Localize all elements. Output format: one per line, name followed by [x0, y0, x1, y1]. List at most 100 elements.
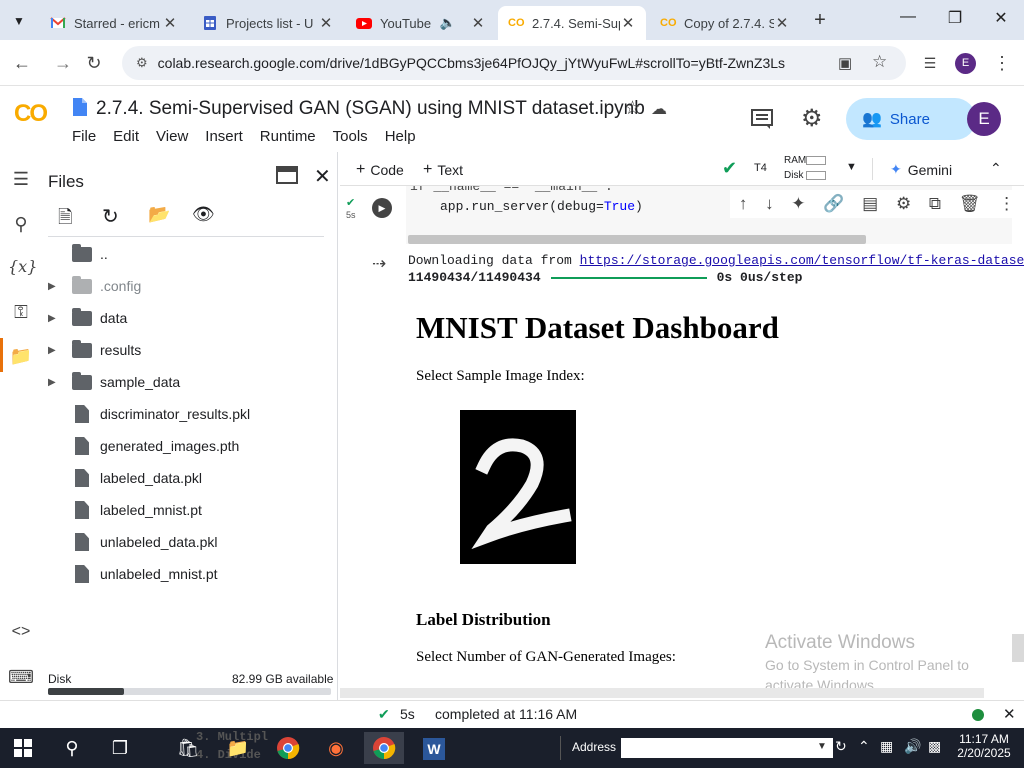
variables-icon[interactable]: {x} — [8, 254, 37, 280]
tab-gmail[interactable]: Starred - ericm ✕ — [40, 6, 188, 40]
new-tab-button[interactable]: + — [808, 8, 832, 32]
profile-avatar[interactable]: E — [955, 53, 976, 74]
close-status-icon[interactable]: ✕ — [1003, 705, 1016, 723]
tab-sheets[interactable]: Projects list - U ✕ — [192, 6, 344, 40]
back-icon[interactable]: ← — [9, 50, 35, 76]
link-icon[interactable]: 🔗 — [823, 194, 844, 214]
address-toolbar-input[interactable]: ▼ — [621, 738, 833, 758]
table-of-contents-icon[interactable]: ☰ — [8, 166, 34, 192]
close-icon[interactable]: ✕ — [774, 14, 790, 32]
expand-arrow-icon[interactable]: ▶ — [48, 281, 60, 292]
close-icon[interactable]: ✕ — [318, 14, 334, 32]
tab-colab-copy[interactable]: CO Copy of 2.7.4. S ✕ — [650, 6, 800, 40]
file-explorer-icon[interactable]: 📁 — [218, 732, 258, 764]
windows-start-icon[interactable] — [14, 739, 32, 757]
menu-edit[interactable]: Edit — [113, 128, 139, 145]
file-row[interactable]: labeled_mnist.pt — [40, 494, 330, 526]
mirror-cell-icon[interactable]: ⧉ — [929, 194, 941, 214]
reload-icon[interactable]: ↻ — [81, 50, 107, 76]
status-completed-text[interactable]: completed at 11:16 AM — [435, 706, 577, 722]
move-up-icon[interactable]: ↑ — [739, 194, 748, 214]
file-row[interactable]: unlabeled_mnist.pt — [40, 558, 330, 590]
search-icon[interactable]: ⚲ — [52, 732, 92, 764]
chrome-icon[interactable] — [268, 732, 308, 764]
runtime-dropdown-icon[interactable]: ▼ — [846, 161, 857, 173]
menu-tools[interactable]: Tools — [333, 128, 368, 145]
sparkle-icon[interactable]: ✦ — [791, 194, 805, 214]
minimize-button[interactable]: — — [896, 8, 920, 32]
tab-youtube[interactable]: YouTube 🔈 ✕ — [346, 6, 496, 40]
chevron-down-icon[interactable]: ▼ — [817, 741, 827, 752]
file-row-data[interactable]: ▶ data — [40, 302, 330, 334]
site-info-icon[interactable]: ⚙ — [136, 55, 148, 71]
word-icon[interactable]: W — [414, 732, 454, 764]
go-refresh-icon[interactable]: ↻ — [835, 738, 847, 755]
expand-arrow-icon[interactable]: ▶ — [48, 313, 60, 324]
chrome-active-icon[interactable] — [364, 732, 404, 764]
menu-help[interactable]: Help — [385, 128, 416, 145]
tab-colab-active[interactable]: CO 2.7.4. Semi-Sup ✕ — [498, 6, 646, 40]
add-code-button[interactable]: + Code — [356, 161, 404, 179]
folder-icon[interactable]: 📁 — [8, 343, 34, 369]
media-control-icon[interactable]: ☰ — [917, 50, 943, 76]
close-panel-icon[interactable]: ✕ — [314, 164, 331, 189]
star-icon[interactable]: ☆ — [624, 97, 641, 120]
tab-search-icon[interactable]: ▼ — [8, 10, 30, 32]
search-icon[interactable]: ⚲ — [8, 211, 34, 237]
delete-icon[interactable]: 🗑 — [959, 194, 981, 214]
menu-view[interactable]: View — [156, 128, 188, 145]
browser-menu-icon[interactable]: ⋮ — [989, 50, 1015, 76]
clock[interactable]: 11:17 AM 2/20/2025 — [952, 732, 1016, 760]
store-icon[interactable]: 🛍 — [168, 732, 208, 764]
file-row-results[interactable]: ▶ results — [40, 334, 330, 366]
address-bar[interactable]: ⚙ colab.research.google.com/drive/1dBGyP… — [122, 46, 906, 80]
chevron-up-icon[interactable]: ⌃ — [990, 160, 1002, 177]
upload-file-icon[interactable]: 🗎 — [58, 205, 72, 235]
volume-icon[interactable]: 🔊 — [904, 738, 921, 755]
file-row-parent[interactable]: .. — [40, 238, 330, 270]
output-toggle-icon[interactable]: ⇢ — [372, 254, 386, 274]
network-icon[interactable]: ▦ — [880, 738, 893, 755]
expand-arrow-icon[interactable]: ▶ — [48, 345, 60, 356]
open-in-tab-icon[interactable] — [276, 166, 298, 184]
output-link[interactable]: https://storage.googleapis.com/tensorflo… — [580, 253, 1024, 268]
show-hidden-eye-icon[interactable]: 👁 — [192, 204, 215, 225]
file-row[interactable]: discriminator_results.pkl — [40, 398, 330, 430]
close-window-button[interactable]: ✕ — [989, 8, 1013, 32]
file-row[interactable]: generated_images.pth — [40, 430, 330, 462]
show-hidden-icons[interactable]: ⌃ — [858, 738, 870, 755]
file-row[interactable]: unlabeled_data.pkl — [40, 526, 330, 558]
comment-icon[interactable] — [750, 108, 774, 130]
output-horizontal-scrollbar[interactable] — [340, 688, 984, 698]
vertical-scrollbar[interactable] — [1012, 634, 1024, 662]
colab-logo[interactable]: CO — [14, 100, 48, 128]
speaker-icon[interactable]: 🔈 — [440, 15, 456, 31]
file-row[interactable]: labeled_data.pkl — [40, 462, 330, 494]
comment-icon[interactable]: ▤ — [862, 194, 878, 214]
notebook-title[interactable]: 2.7.4. Semi-Supervised GAN (SGAN) using … — [96, 98, 645, 120]
add-text-button[interactable]: + Text — [423, 161, 463, 179]
menu-insert[interactable]: Insert — [205, 128, 243, 145]
close-icon[interactable]: ✕ — [162, 14, 178, 32]
key-icon[interactable]: ⚿ — [8, 299, 34, 325]
bookmark-star-icon[interactable]: ☆ — [872, 52, 887, 72]
menu-runtime[interactable]: Runtime — [260, 128, 316, 145]
account-avatar[interactable]: E — [967, 102, 1001, 136]
restore-button[interactable]: ❐ — [943, 8, 967, 32]
refresh-icon[interactable]: ↻ — [102, 204, 119, 229]
code-snippets-icon[interactable]: <> — [8, 619, 34, 645]
gemini-button[interactable]: ✦ Gemini — [890, 161, 952, 178]
run-cell-button[interactable]: ▶ — [372, 198, 392, 218]
menu-file[interactable]: File — [72, 128, 96, 145]
horizontal-scrollbar[interactable] — [408, 235, 866, 244]
close-icon[interactable]: ✕ — [620, 14, 636, 32]
mount-drive-icon[interactable]: 📂 — [148, 204, 170, 225]
runtime-type[interactable]: T4 — [754, 162, 767, 174]
file-row-sample-data[interactable]: ▶ sample_data — [40, 366, 330, 398]
share-button[interactable]: 👥 Share — [846, 98, 976, 140]
settings-gear-icon[interactable]: ⚙ — [801, 104, 823, 133]
file-row-config[interactable]: ▶ .config — [40, 270, 330, 302]
task-view-icon[interactable]: ❐ — [100, 732, 140, 764]
close-icon[interactable]: ✕ — [470, 14, 486, 32]
forward-icon[interactable]: → — [50, 50, 76, 76]
